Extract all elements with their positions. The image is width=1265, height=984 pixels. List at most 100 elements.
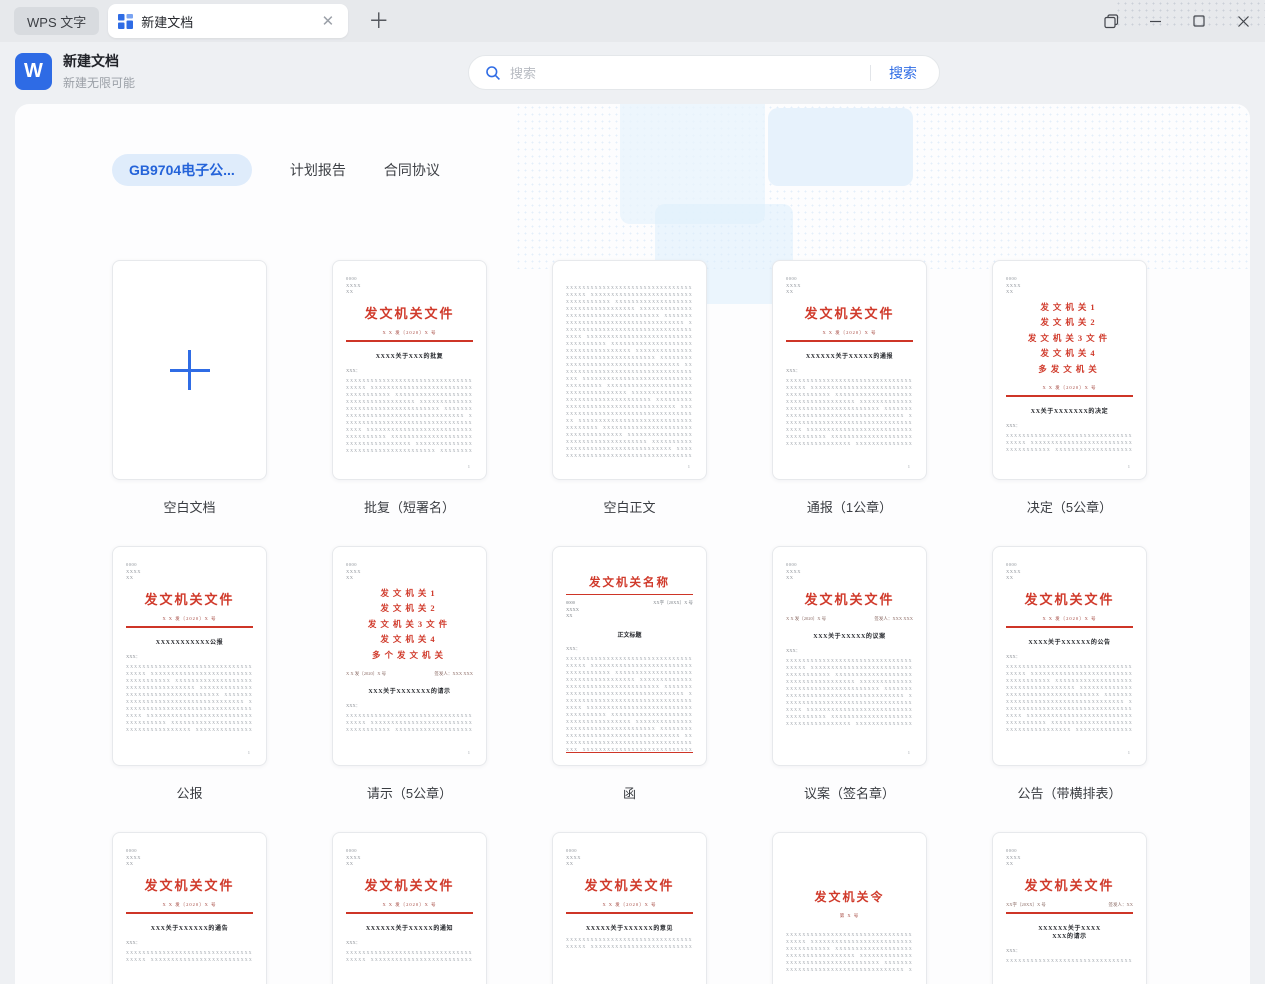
app-menu-button[interactable]: WPS 文字 [14, 7, 100, 35]
doc-body-text: XXXXXXXXXXXXXXXXXXXXXXXXXXXXXXXXXXXX XXX… [346, 949, 473, 962]
wps-writer-logo: W [15, 52, 52, 90]
doc-org-title: 发文机关文件 [364, 877, 455, 893]
doc-salutation: XXX： [786, 367, 801, 373]
doc-body-text: XXXXXXXXXXXXXXXXXXXXXXXXXXXXXXXXXXXX XXX… [1006, 433, 1133, 452]
tab-contract[interactable]: 合同协议 [384, 160, 440, 180]
template-cell: 0000 XXXX XX 发文机关1 发文机关2 发文机关3文件 发文机关4 多个发文机关 X … [332, 546, 487, 801]
doc-subtitle: XXX关于XXXXX的议案 [813, 633, 886, 640]
content-panel: GB9704电子公... 计划报告 合同协议 空白文档 0000 XXXX XX 发文机… [15, 104, 1250, 984]
doc-preview: 0000 XXXX XX 发文机关1 发文机关2 发文机关3文件 发文机关4 多个发文机关 X … [333, 547, 486, 765]
doc-number: X X 发〔2020〕X 号 [162, 901, 217, 907]
doc-subtitle: XXXX关于XXXXXX的公告 [1028, 639, 1111, 646]
template-card[interactable]: 0000 XXXX XX 发文机关文件 X X 发〔2020〕X 号 XXXXXXXXXX… [112, 546, 267, 766]
doc-preview: XXXXXXXXXXXXXXXXXXXXXXXXXXXXXXXXXXXX XXX… [553, 261, 706, 479]
doc-meta-lines: 0000 XXXX XX [786, 276, 801, 294]
template-card[interactable]: 0000 XXXX XX 发文机关文件 X X 发〔2020〕X 号 XXXXX关于XXX… [552, 832, 707, 984]
template-card[interactable]: 0000 XXXX XX 发文机关1 发文机关2 发文机关3文件 发文机关4 多个发文机关 X … [332, 546, 487, 766]
tab-close-icon[interactable]: ✕ [318, 12, 339, 30]
template-cell: 0000 XXXX XX 发文机关文件 X X 发〔2020〕X 号 XXXXXXXXXX… [112, 546, 267, 801]
page-subtitle: 新建无限可能 [63, 76, 136, 90]
template-card[interactable] [112, 260, 267, 480]
search-button[interactable]: 搜索 [889, 63, 923, 83]
doc-subtitle: XXX关于XXXXXXX的请示 [368, 689, 451, 695]
template-card[interactable]: 0000 XXXX XX 发文机关文件 X X 发〔2020〕X 号 XXXXXX关于XX… [332, 832, 487, 984]
template-card[interactable]: XXXXXXXXXXXXXXXXXXXXXXXXXXXXXXXXXXXX XXX… [552, 260, 707, 480]
template-label: 空白文档 [163, 500, 216, 515]
doc-preview: 发文机关令第 X 号 XXXXXXXXXXXXXXXXXXXXXXXXXXXXXX… [773, 833, 926, 984]
doc-number: 第 X 号 [839, 913, 860, 918]
doc-signer: 签发人：XXX XXX [434, 671, 473, 676]
doc-subtitle: XXXXXX关于XXXXX的通知 [365, 925, 454, 932]
plus-icon [169, 350, 210, 390]
doc-number-row: X X 发〔2020〕X 号 签发人：XXX XXX [346, 671, 473, 677]
template-label: 决定（5公章） [1026, 500, 1113, 515]
template-cell: 0000 XXXX XX 发文机关文件 X X 发〔2020〕X 号 XXXX关于XXXX… [992, 546, 1147, 801]
document-tab-label: 新建文档 [141, 14, 194, 30]
doc-meta-lines: 0000 XXXX XX [1006, 848, 1021, 866]
doc-number: X X 发〔2020〕X 号 [1042, 615, 1097, 621]
doc-meta-lines: 0000 XXXX XX [786, 562, 801, 580]
doc-preview: 0000 XXXX XX 发文机关文件 XX字〔20XX〕X 号 签发人：XX XXXXXX… [993, 833, 1146, 984]
template-cell: 0000 XXXX XX 发文机关文件 X X 发〔2020〕X 号 XXXXXX关于XX… [772, 260, 927, 515]
new-tab-button[interactable]: ＋ [360, 9, 397, 34]
doc-subtitle: XXXX关于XXX的批复 [375, 353, 444, 360]
doc-preview: 0000 XXXX XX 发文机关文件 X X 发〔2020〕X 号 XXXXXX关于XX… [333, 833, 486, 984]
doc-signer: 签发人：XX [1108, 901, 1134, 907]
doc-red-rule [346, 911, 473, 914]
doc-meta-lines: 0000 XXXX XX [126, 848, 141, 866]
doc-subtitle: XXXXXX关于XXXXX的通报 [805, 353, 894, 360]
minimize-button[interactable] [1133, 0, 1177, 42]
doc-org-title: 发文机关1 [380, 587, 439, 598]
doc-salutation: XXX： [1006, 423, 1021, 428]
category-tab-bar: GB9704电子公... 计划报告 合同协议 [112, 154, 1250, 186]
doc-salutation: XXX： [566, 645, 581, 651]
template-card[interactable]: 0000 XXXX XX 发文机关文件 X X 发〔2020〕X 号 XXX关于XXXXX… [112, 832, 267, 984]
doc-org-title: 多个发文机关 [371, 649, 447, 660]
doc-body-text: XXXXXXXXXXXXXXXXXXXXXXXXXXXXXXXXXXXX XXX… [566, 655, 693, 752]
document-tab[interactable]: 新建文档 ✕ [108, 4, 349, 38]
doc-subtitle: XXXXXXXXXXX公报 [155, 639, 224, 646]
doc-red-rule [566, 911, 693, 914]
doc-body-text: XXXXXXXXXXXXXXXXXXXXXXXXXXXXXXXXXXXX XXX… [346, 377, 473, 453]
close-button[interactable] [1221, 0, 1265, 42]
doc-meta-lines: 0000 XXXX XX [346, 848, 361, 866]
doc-meta-lines: 0000 XXXX XX [346, 562, 361, 580]
template-card[interactable]: 0000 XXXX XX 发文机关文件 X X 发〔2020〕X 号 XXXX关于XXX的… [332, 260, 487, 480]
doc-meta-lines: 0000 XXXX XX [566, 600, 579, 619]
template-card[interactable]: 发文机关名称 0000 XXXX XX XX字〔20XX〕X 号正文标题 XXX： XXXX… [552, 546, 707, 766]
doc-org-title: 发文机关文件 [1024, 591, 1115, 607]
window-controls [1089, 0, 1265, 42]
template-card[interactable]: 0000 XXXX XX 发文机关文件 XX字〔20XX〕X 号 签发人：XX XXXXXX… [992, 832, 1147, 984]
doc-number: X X 发〔2020〕X 号 [822, 329, 877, 335]
doc-number: XX字〔20XX〕X 号 [1006, 901, 1046, 907]
tab-gb9704[interactable]: GB9704电子公... [112, 154, 252, 186]
template-card[interactable]: 0000 XXXX XX 发文机关文件 X X 发〔2020〕X 号 XXXX关于XXXX… [992, 546, 1147, 766]
template-card[interactable]: 发文机关令第 X 号 XXXXXXXXXXXXXXXXXXXXXXXXXXXXXX… [772, 832, 927, 984]
search-input[interactable]: 搜索 搜索 [468, 55, 940, 90]
tab-plan-report[interactable]: 计划报告 [290, 160, 346, 180]
doc-org-title: 发文机关名称 [589, 577, 670, 589]
doc-number-row: X X 发〔2020〕X 号 签发人：XXX XXX [786, 616, 913, 622]
doc-org-list: 发文机关1 发文机关2 发文机关3文件 发文机关4 多个发文机关 [346, 586, 473, 664]
doc-org-title: 发文机关文件 [364, 305, 455, 321]
doc-red-rule [126, 625, 253, 628]
template-label: 通报（1公章） [806, 500, 893, 515]
template-cell: 0000 XXXX XX 发文机关文件 X X 发〔2020〕X 号 XXX关于XXXXX… [112, 832, 267, 984]
doc-red-rule [1006, 395, 1133, 397]
tab-overview-icon[interactable] [1089, 0, 1133, 42]
doc-page-number: 1 [467, 464, 470, 469]
doc-number-row: XX字〔20XX〕X 号 签发人：XX [1006, 902, 1133, 908]
page-header: W 新建文档 新建无限可能 搜索 搜索 [0, 42, 1265, 104]
doc-salutation: XXX： [346, 367, 361, 373]
maximize-button[interactable] [1177, 0, 1221, 42]
doc-org-title: 发文机关4 [380, 634, 439, 644]
doc-org-title: 发文机关3文件 [1027, 332, 1112, 343]
search-divider [870, 64, 871, 81]
template-card[interactable]: 0000 XXXX XX 发文机关文件 X X 发〔2020〕X 号 XXXXXX关于XX… [772, 260, 927, 480]
doc-salutation: XXX： [346, 703, 361, 708]
template-cell: 0000 XXXX XX 发文机关文件 X X 发〔2020〕X 号 签发人：XXX XX… [772, 546, 927, 801]
doc-preview: 0000 XXXX XX 发文机关文件 X X 发〔2020〕X 号 XXXXXX关于XX… [773, 261, 926, 479]
doc-meta-lines: 0000 XXXX XX [126, 562, 141, 580]
template-card[interactable]: 0000 XXXX XX 发文机关1 发文机关2 发文机关3文件 发文机关4 多发文机关 X X… [992, 260, 1147, 480]
template-card[interactable]: 0000 XXXX XX 发文机关文件 X X 发〔2020〕X 号 签发人：XXX XX… [772, 546, 927, 766]
